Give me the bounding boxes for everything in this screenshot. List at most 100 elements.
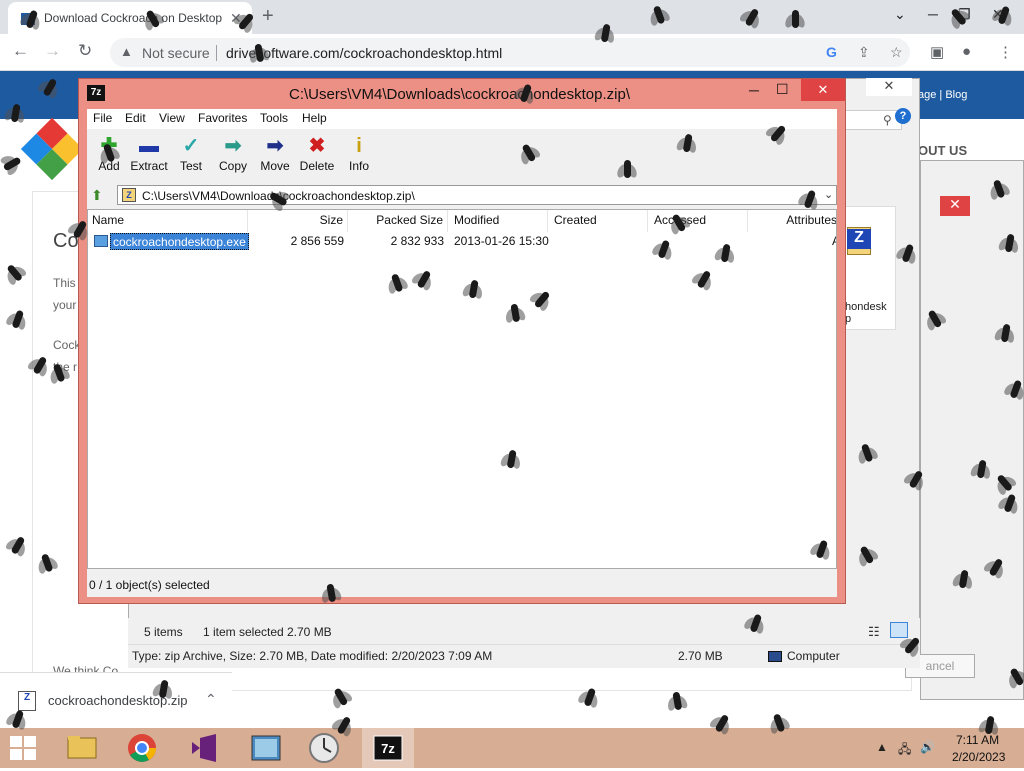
start-button[interactable] bbox=[10, 736, 36, 760]
back-icon[interactable]: ← bbox=[12, 41, 29, 61]
chevron-down-icon[interactable]: ⌄ bbox=[824, 188, 833, 201]
downloads-bar: Z cockroachondesktop.zip ⌃ bbox=[0, 672, 232, 728]
info-icon: i bbox=[356, 135, 362, 157]
image-viewer-icon bbox=[251, 735, 281, 761]
reload-icon[interactable]: ↻ bbox=[78, 41, 92, 61]
site-header-links[interactable]: age | Blog bbox=[918, 89, 967, 101]
x-icon: ✖ bbox=[308, 135, 326, 157]
explorer-details-size: 2.70 MB bbox=[678, 649, 723, 663]
new-tab-button[interactable]: + bbox=[262, 5, 274, 28]
tab-close-icon[interactable]: ✕ bbox=[230, 10, 242, 27]
menu-file[interactable]: File bbox=[93, 111, 112, 125]
file-name[interactable]: cockroachondesktop.exe bbox=[110, 233, 249, 250]
details-view-icon[interactable]: ☷ bbox=[868, 624, 880, 640]
bookmark-star-icon[interactable]: ☆ bbox=[890, 44, 903, 61]
dialog-window bbox=[920, 160, 1024, 700]
help-icon[interactable]: ? bbox=[895, 108, 911, 124]
profile-icon[interactable]: ● bbox=[962, 43, 971, 60]
path-combobox[interactable]: Z C:\Users\VM4\Downloads\cockroachondesk… bbox=[117, 185, 837, 205]
taskbar-image-viewer[interactable] bbox=[240, 728, 292, 768]
column-packed-size[interactable]: Packed Size bbox=[348, 210, 448, 232]
restore-icon[interactable]: ❐ bbox=[958, 6, 971, 23]
sevenzip-window: 7z C:\Users\VM4\Downloads\cockroachondes… bbox=[78, 78, 846, 604]
clock-time[interactable]: 7:11 AM bbox=[956, 733, 999, 747]
menu-tools[interactable]: Tools bbox=[260, 111, 288, 125]
taskbar-7zip[interactable]: 7z bbox=[362, 728, 414, 768]
menu-favorites[interactable]: Favorites bbox=[198, 111, 247, 125]
large-icons-view-icon[interactable] bbox=[890, 622, 908, 638]
plus-icon: ✚ bbox=[100, 135, 118, 157]
extract-button[interactable]: ▬ Extract bbox=[127, 131, 171, 177]
delete-button[interactable]: ✖ Delete bbox=[295, 131, 339, 177]
dialog-close-button[interactable]: ✕ bbox=[940, 196, 970, 216]
chevron-up-icon[interactable]: ⌃ bbox=[205, 691, 217, 708]
add-button[interactable]: ✚ Add bbox=[87, 131, 131, 177]
taskbar: 7z ▲ 🖧 🔊 7:11 AM 2/20/2023 bbox=[0, 728, 1024, 768]
about-us-link[interactable]: OUT US bbox=[918, 143, 967, 158]
move-button[interactable]: ➡ Move bbox=[253, 131, 297, 177]
tab-search-icon[interactable]: ⌄ bbox=[894, 6, 906, 23]
omnibox-divider bbox=[216, 45, 217, 61]
file-modified: 2013-01-26 15:30 bbox=[454, 234, 549, 248]
menu-view[interactable]: View bbox=[159, 111, 185, 125]
menu-bar: File Edit View Favorites Tools Help bbox=[87, 109, 837, 129]
taskbar-clock-app[interactable] bbox=[298, 728, 350, 768]
close-icon[interactable]: ✕ bbox=[992, 6, 1004, 23]
double-arrow-icon: ➡ bbox=[224, 135, 242, 157]
page-text: your bbox=[53, 298, 77, 312]
column-name[interactable]: Name bbox=[88, 210, 248, 232]
taskbar-visual-studio[interactable] bbox=[178, 728, 230, 768]
tool-label: Extract bbox=[130, 159, 168, 173]
menu-help[interactable]: Help bbox=[302, 111, 327, 125]
maximize-button[interactable]: ☐ bbox=[776, 81, 789, 98]
file-tile-label: hondesk p bbox=[845, 301, 887, 325]
download-filename[interactable]: cockroachondesktop.zip bbox=[48, 693, 187, 708]
forward-icon[interactable]: → bbox=[44, 41, 61, 61]
file-list: Name Size Packed Size Modified Created A… bbox=[87, 209, 837, 569]
clock-date[interactable]: 2/20/2023 bbox=[952, 750, 1005, 764]
tray-chevron-icon[interactable]: ▲ bbox=[876, 740, 888, 754]
warning-icon: ▲ bbox=[120, 44, 133, 59]
file-attributes: A bbox=[832, 234, 836, 248]
column-modified[interactable]: Modified bbox=[448, 210, 548, 232]
sevenzip-app-icon[interactable]: 7z bbox=[87, 85, 105, 101]
menu-edit[interactable]: Edit bbox=[125, 111, 146, 125]
explorer-selected-size: 2.70 MB bbox=[287, 625, 332, 639]
copy-button[interactable]: ➡ Copy bbox=[211, 131, 255, 177]
tool-label: Info bbox=[348, 159, 369, 173]
google-icon[interactable]: G bbox=[826, 44, 837, 60]
sevenzip-client: File Edit View Favorites Tools Help ✚ Ad… bbox=[87, 109, 837, 597]
column-created[interactable]: Created bbox=[548, 210, 648, 232]
column-attributes[interactable]: Attributes bbox=[748, 210, 836, 232]
tool-label: Copy bbox=[218, 159, 247, 173]
sevenzip-title: C:\Users\VM4\Downloads\cockroachondeskto… bbox=[289, 86, 630, 103]
test-button[interactable]: ✓ Test bbox=[169, 131, 213, 177]
info-button[interactable]: i Info bbox=[337, 131, 381, 177]
close-button[interactable]: ✕ bbox=[801, 79, 845, 101]
network-icon[interactable]: 🖧 bbox=[898, 740, 911, 761]
tool-label: Delete bbox=[299, 159, 335, 173]
minimize-button[interactable]: ─ bbox=[749, 82, 759, 98]
share-icon[interactable]: ⇪ bbox=[858, 44, 870, 61]
folder-up-icon[interactable]: ⬆ bbox=[91, 187, 103, 204]
check-icon: ✓ bbox=[182, 135, 200, 157]
table-row[interactable]: cockroachondesktop.exe 2 856 559 2 832 9… bbox=[88, 232, 836, 252]
site-logo bbox=[20, 117, 84, 181]
column-accessed[interactable]: Accessed bbox=[648, 210, 748, 232]
taskbar-chrome[interactable] bbox=[116, 728, 168, 768]
arrow-icon: ➡ bbox=[266, 135, 284, 157]
menu-icon[interactable]: ⋮ bbox=[998, 43, 1013, 61]
volume-icon[interactable]: 🔊 bbox=[920, 740, 935, 754]
address-bar[interactable]: ▲ Not secure drivesoftware.com/cockroach… bbox=[110, 38, 910, 67]
status-text: 0 / 1 object(s) selected bbox=[89, 578, 210, 592]
chrome-icon bbox=[128, 734, 156, 762]
browser-tab[interactable]: Download Cockroach on Desktop ✕ bbox=[8, 2, 252, 34]
column-size[interactable]: Size bbox=[248, 210, 348, 232]
explorer-close-button[interactable]: ✕ bbox=[866, 78, 912, 96]
file-size: 2 856 559 bbox=[290, 234, 344, 248]
side-panel-icon[interactable]: ▣ bbox=[930, 43, 944, 61]
url-text[interactable]: drivesoftware.com/cockroachondesktop.htm… bbox=[226, 45, 502, 61]
explorer-file-tile[interactable]: Z hondesk p bbox=[840, 206, 896, 330]
minimize-icon[interactable]: ─ bbox=[928, 6, 938, 22]
taskbar-file-explorer[interactable] bbox=[56, 728, 108, 768]
